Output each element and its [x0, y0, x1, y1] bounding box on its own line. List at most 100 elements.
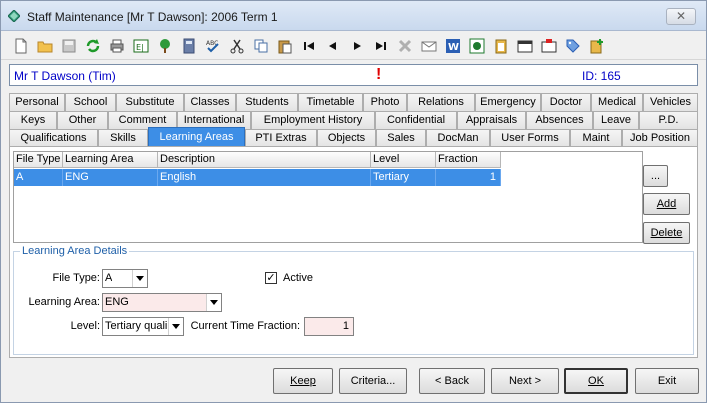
- column-header-level[interactable]: Level: [371, 152, 436, 168]
- next-record-icon[interactable]: [348, 37, 366, 55]
- alert-icon[interactable]: !: [376, 66, 381, 84]
- tab-students[interactable]: Students: [236, 93, 298, 111]
- tab-medical[interactable]: Medical: [591, 93, 643, 111]
- tab-timetable[interactable]: Timetable: [298, 93, 363, 111]
- staff-maintenance-window: Staff Maintenance [Mr T Dawson]: 2006 Te…: [0, 0, 707, 403]
- ok-button-label: OK: [588, 375, 604, 387]
- tab-qualifications[interactable]: Qualifications: [9, 129, 98, 147]
- last-record-icon[interactable]: [372, 37, 390, 55]
- tab-maint[interactable]: Maint: [570, 129, 622, 147]
- column-header-learning-area[interactable]: Learning Area: [63, 152, 158, 168]
- next-button[interactable]: Next >: [491, 368, 559, 394]
- tab-classes[interactable]: Classes: [184, 93, 236, 111]
- excel-icon[interactable]: [468, 37, 486, 55]
- ok-button[interactable]: OK: [564, 368, 628, 394]
- tab-vehicles[interactable]: Vehicles: [643, 93, 698, 111]
- tab-pd[interactable]: P.D.: [639, 111, 698, 129]
- edit-icon[interactable]: E|: [132, 37, 150, 55]
- tab-docman[interactable]: DocMan: [426, 129, 490, 147]
- tab-employment-history[interactable]: Employment History: [251, 111, 375, 129]
- calculator-icon[interactable]: [180, 37, 198, 55]
- tab-pti-extras[interactable]: PTI Extras: [245, 129, 317, 147]
- tab-school[interactable]: School: [65, 93, 116, 111]
- save-icon[interactable]: [60, 37, 78, 55]
- clipboard-icon[interactable]: [492, 37, 510, 55]
- tab-learning-areas[interactable]: Learning Areas: [148, 127, 245, 147]
- tab-other[interactable]: Other: [57, 111, 108, 129]
- copy-icon[interactable]: [252, 37, 270, 55]
- calendar-icon[interactable]: [516, 37, 534, 55]
- tab-keys[interactable]: Keys: [9, 111, 57, 129]
- tab-photo[interactable]: Photo: [363, 93, 407, 111]
- window-title: Staff Maintenance [Mr T Dawson]: 2006 Te…: [27, 10, 278, 24]
- learning-area-value: ENG: [105, 296, 129, 308]
- tag-icon[interactable]: [564, 37, 582, 55]
- delete-button-label: Delete: [650, 227, 683, 239]
- title-bar: Staff Maintenance [Mr T Dawson]: 2006 Te…: [1, 1, 706, 31]
- app-diamond-icon: [8, 10, 20, 22]
- learning-area-select[interactable]: ENG: [102, 293, 222, 312]
- paste-icon[interactable]: [276, 37, 294, 55]
- svg-text:W: W: [448, 42, 459, 53]
- staff-id: ID: 165: [582, 69, 621, 83]
- chevron-down-icon[interactable]: [168, 318, 183, 335]
- back-button[interactable]: < Back: [419, 368, 485, 394]
- tab-confidential[interactable]: Confidential: [375, 111, 457, 129]
- chevron-down-icon[interactable]: [206, 294, 221, 311]
- tree-icon[interactable]: [156, 37, 174, 55]
- tab-relations[interactable]: Relations: [407, 93, 475, 111]
- add-button[interactable]: Add: [643, 193, 690, 215]
- column-header-fraction[interactable]: Fraction: [436, 152, 501, 168]
- print-icon[interactable]: [108, 37, 126, 55]
- active-checkbox[interactable]: ✓: [265, 272, 277, 284]
- add-button-label: Add: [656, 198, 677, 210]
- refresh-icon[interactable]: [84, 37, 102, 55]
- column-header-description[interactable]: Description: [158, 152, 371, 168]
- word-icon[interactable]: W: [444, 37, 462, 55]
- delete-icon[interactable]: [396, 37, 414, 55]
- keep-button[interactable]: Keep: [273, 368, 333, 394]
- column-header-file-type[interactable]: File Type: [14, 152, 63, 168]
- tab-appraisals[interactable]: Appraisals: [457, 111, 526, 129]
- delete-button[interactable]: Delete: [643, 222, 690, 244]
- email-icon[interactable]: [420, 37, 438, 55]
- learning-areas-grid[interactable]: File Type Learning Area Description Leve…: [13, 151, 643, 243]
- cut-icon[interactable]: [228, 37, 246, 55]
- close-button[interactable]: ✕: [666, 8, 696, 25]
- keep-button-label: Keep: [290, 375, 316, 387]
- exit-button[interactable]: Exit: [635, 368, 699, 394]
- new-document-icon[interactable]: [12, 37, 30, 55]
- tab-sales[interactable]: Sales: [376, 129, 426, 147]
- open-folder-icon[interactable]: [36, 37, 54, 55]
- tab-absences[interactable]: Absences: [526, 111, 593, 129]
- tab-job-position[interactable]: Job Position: [622, 129, 698, 147]
- cell-file-type: A: [14, 169, 63, 186]
- file-type-select[interactable]: A: [102, 269, 148, 288]
- group-title: Learning Area Details: [20, 245, 130, 257]
- tab-skills[interactable]: Skills: [98, 129, 148, 147]
- schedule-icon[interactable]: [540, 37, 558, 55]
- more-button[interactable]: ...: [643, 165, 668, 187]
- add-note-icon[interactable]: [588, 37, 606, 55]
- first-record-icon[interactable]: [300, 37, 318, 55]
- cell-description: English: [158, 169, 371, 186]
- learning-area-details-group: Learning Area Details File Type: A ✓ Act…: [13, 245, 694, 355]
- learning-areas-panel: File Type Learning Area Description Leve…: [9, 146, 698, 358]
- tab-personal[interactable]: Personal: [9, 93, 65, 111]
- current-time-fraction-label: Current Time Fraction:: [190, 320, 300, 332]
- chevron-down-icon[interactable]: [132, 270, 147, 287]
- tab-objects[interactable]: Objects: [317, 129, 376, 147]
- tab-doctor[interactable]: Doctor: [541, 93, 591, 111]
- tab-substitute[interactable]: Substitute: [116, 93, 184, 111]
- cell-fraction: 1: [436, 169, 501, 186]
- spellcheck-icon[interactable]: ABC: [204, 37, 222, 55]
- criteria-button[interactable]: Criteria...: [339, 368, 407, 394]
- svg-text:E|: E|: [136, 43, 144, 52]
- current-time-fraction-field[interactable]: 1: [304, 317, 354, 336]
- cell-learning-area: ENG: [63, 169, 158, 186]
- tab-user-forms[interactable]: User Forms: [490, 129, 570, 147]
- previous-record-icon[interactable]: [324, 37, 342, 55]
- level-select[interactable]: Tertiary quali: [102, 317, 184, 336]
- tab-leave[interactable]: Leave: [593, 111, 639, 129]
- tab-emergency[interactable]: Emergency: [475, 93, 541, 111]
